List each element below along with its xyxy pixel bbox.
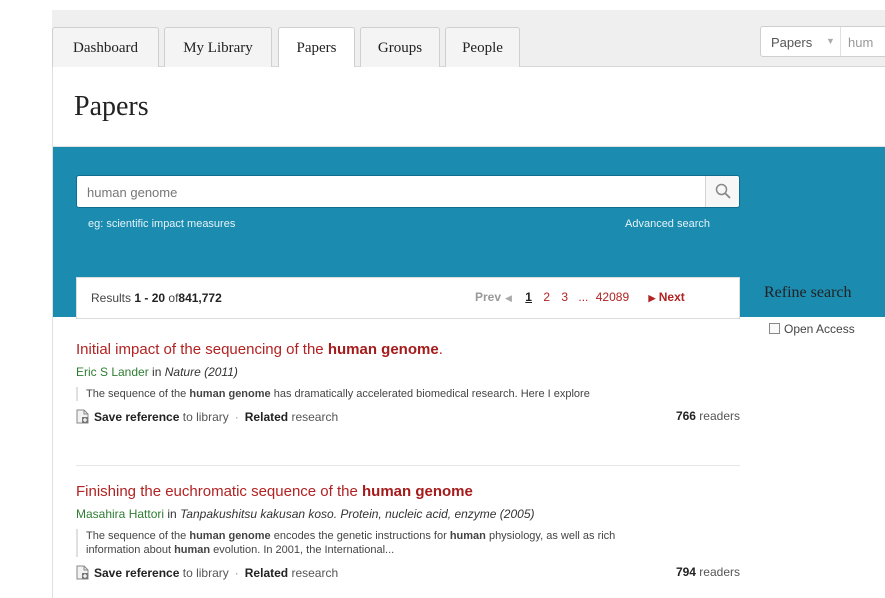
- paper-item: Initial impact of the sequencing of the …: [76, 341, 740, 425]
- page-link-1[interactable]: 1: [525, 290, 532, 304]
- caret-left-icon: ◀: [505, 293, 512, 303]
- prev-link: Prev: [475, 290, 502, 304]
- save-tail: to library: [179, 566, 229, 580]
- separator-dot: ·: [234, 410, 239, 424]
- readers-label: readers: [695, 565, 740, 579]
- header-search[interactable]: Papers ▼ hum: [760, 26, 885, 57]
- top-strip: [0, 0, 885, 10]
- results-count: Results 1 - 20 of841,772: [91, 291, 222, 305]
- search-type-select[interactable]: Papers: [771, 35, 812, 50]
- abstract-text: The sequence of the: [86, 388, 190, 400]
- next-link[interactable]: ▶ Next: [648, 290, 684, 304]
- separator-dot: ·: [234, 566, 239, 580]
- open-access-checkbox[interactable]: [769, 323, 780, 334]
- results-prefix: Results: [91, 291, 132, 305]
- author-link[interactable]: Eric S Lander: [76, 365, 149, 379]
- document-add-icon[interactable]: [76, 409, 89, 424]
- advanced-search-link[interactable]: Advanced search: [625, 218, 710, 230]
- author-link[interactable]: Masahira Hattori: [76, 507, 164, 521]
- title-highlight: human genome: [327, 341, 439, 358]
- paper-title-link[interactable]: Finishing the euchromatic sequence of th…: [76, 483, 740, 500]
- search-input[interactable]: [87, 183, 687, 201]
- tab-people[interactable]: People: [445, 27, 520, 67]
- main-content: Papers eg: scientific impact measures Ad…: [52, 67, 885, 598]
- readers-count: 766 readers: [676, 409, 740, 423]
- divider: [76, 465, 740, 466]
- document-add-icon[interactable]: [76, 565, 89, 580]
- readers-count: 794 readers: [676, 565, 740, 579]
- abstract-highlight: human genome: [189, 530, 271, 542]
- results-range: 1 - 20: [134, 291, 166, 305]
- results-of: of: [168, 291, 179, 305]
- save-tail: to library: [179, 410, 229, 424]
- title-text: Initial impact of the sequencing of the: [76, 341, 328, 358]
- readers-label: readers: [695, 409, 740, 423]
- header-search-input[interactable]: hum: [848, 35, 873, 50]
- save-reference-link[interactable]: Save reference: [94, 410, 179, 424]
- results-total: 841,772: [178, 291, 222, 305]
- related-research-link[interactable]: Related: [245, 566, 288, 580]
- abstract-text: evolution. In 2001, the International...: [210, 544, 395, 556]
- tab-dashboard[interactable]: Dashboard: [52, 27, 159, 67]
- tab-my-library[interactable]: My Library: [164, 27, 272, 67]
- tab-groups[interactable]: Groups: [360, 27, 440, 67]
- abstract-text: encodes the genetic instructions for: [270, 530, 450, 542]
- caret-down-icon[interactable]: ▼: [826, 36, 835, 46]
- readers-number: 766: [675, 409, 696, 423]
- next-label: Next: [658, 290, 685, 304]
- search-example: eg: scientific impact measures: [88, 218, 236, 230]
- pagination: Prev ◀ 1 2 3 ... 42089 ▶ Next: [475, 290, 685, 304]
- title-highlight: human genome: [362, 483, 473, 500]
- page-link-3[interactable]: 3: [561, 290, 568, 304]
- search-box: [76, 175, 740, 208]
- journal-name: Nature (2011): [164, 365, 238, 379]
- abstract-text: The sequence of the: [86, 530, 190, 542]
- divider: [840, 27, 841, 56]
- page-link-last[interactable]: 42089: [596, 290, 629, 304]
- abstract-highlight: human: [449, 530, 486, 542]
- journal-name: Tanpakushitsu kakusan koso. Protein, nuc…: [180, 507, 535, 521]
- related-research-link[interactable]: Related: [245, 410, 288, 424]
- open-access-filter[interactable]: Open Access: [769, 322, 855, 336]
- abstract-highlight: human genome: [189, 388, 271, 400]
- tab-papers[interactable]: Papers: [278, 27, 355, 68]
- in-text: in: [167, 507, 177, 521]
- related-tail: research: [288, 566, 339, 580]
- title-end: .: [438, 341, 443, 358]
- paper-abstract: The sequence of the human genome has dra…: [76, 387, 656, 401]
- abstract-highlight: human: [174, 544, 211, 556]
- readers-number: 794: [675, 565, 696, 579]
- page-title: Papers: [74, 91, 149, 122]
- in-text: in: [152, 365, 162, 379]
- save-reference-link[interactable]: Save reference: [94, 566, 179, 580]
- paper-actions: Save reference to library · Related resear…: [76, 565, 740, 581]
- paper-item: Finishing the euchromatic sequence of th…: [76, 483, 740, 581]
- caret-right-icon: ▶: [648, 293, 656, 303]
- paper-abstract: The sequence of the human genome encodes…: [76, 529, 656, 557]
- title-text: Finishing the euchromatic sequence of th…: [76, 483, 363, 500]
- paper-actions: Save reference to library · Related resear…: [76, 409, 740, 425]
- abstract-text: has dramatically accelerated biomedical …: [270, 388, 590, 400]
- page-link-2[interactable]: 2: [543, 290, 550, 304]
- search-button[interactable]: [705, 176, 739, 207]
- paper-authors: Eric S Lander in Nature (2011): [76, 365, 740, 379]
- results-bar: Results 1 - 20 of841,772 Prev ◀ 1 2 3 ...…: [76, 277, 740, 319]
- related-tail: research: [288, 410, 339, 424]
- refine-title: Refine search: [764, 284, 852, 301]
- paper-title-link[interactable]: Initial impact of the sequencing of the …: [76, 341, 740, 358]
- magnifier-icon: [715, 183, 731, 199]
- open-access-label: Open Access: [784, 322, 855, 336]
- pagination-ellipsis: ...: [578, 290, 589, 304]
- paper-authors: Masahira Hattori in Tanpakushitsu kakusa…: [76, 507, 740, 521]
